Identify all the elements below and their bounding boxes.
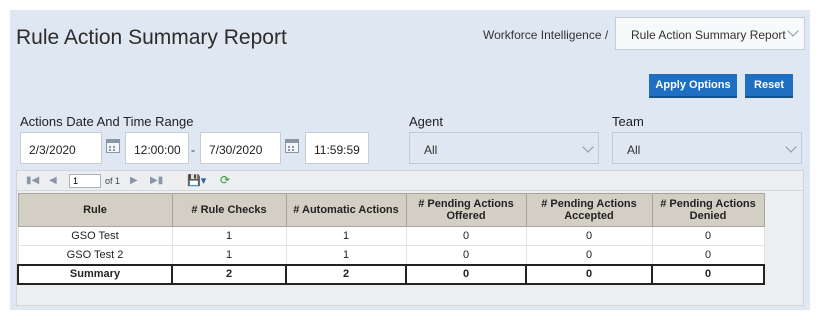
table-cell: 0 bbox=[651, 226, 765, 246]
column-header: # Pending Actions Offered bbox=[405, 193, 527, 227]
team-select[interactable]: All bbox=[612, 132, 802, 164]
summary-cell: Summary bbox=[17, 263, 173, 285]
table-cell: 1 bbox=[171, 226, 287, 246]
summary-cell: 2 bbox=[171, 263, 287, 285]
breadcrumb[interactable]: Workforce Intelligence / bbox=[483, 28, 608, 42]
table-cell: 0 bbox=[525, 245, 653, 265]
summary-cell: 0 bbox=[405, 263, 527, 285]
table-cell: 0 bbox=[405, 245, 527, 265]
chevron-down-icon bbox=[785, 141, 797, 153]
agent-select-value: All bbox=[424, 143, 438, 157]
table-cell: 1 bbox=[285, 226, 407, 246]
agent-label: Agent bbox=[409, 114, 443, 129]
summary-cell: 0 bbox=[525, 263, 653, 285]
table-header-row: Rule # Rule Checks # Automatic Actions #… bbox=[17, 193, 765, 227]
reset-button[interactable]: Reset bbox=[745, 74, 793, 98]
refresh-icon[interactable]: ⟳ bbox=[220, 173, 230, 187]
report-table: Rule # Rule Checks # Automatic Actions #… bbox=[17, 193, 765, 285]
last-page-icon[interactable]: ▶▮ bbox=[150, 175, 163, 186]
start-time-field[interactable]: 12:00:00 bbox=[125, 132, 189, 164]
export-save-icon[interactable]: 💾▾ bbox=[187, 174, 206, 187]
report-select-value: Rule Action Summary Report bbox=[631, 28, 786, 42]
report-select[interactable]: Rule Action Summary Report bbox=[615, 17, 805, 50]
table-cell: GSO Test bbox=[17, 226, 173, 246]
column-header: # Rule Checks bbox=[171, 193, 287, 227]
chevron-down-icon bbox=[787, 25, 799, 37]
table-cell: 0 bbox=[651, 245, 765, 265]
calendar-icon[interactable] bbox=[285, 139, 299, 153]
table-cell: 1 bbox=[285, 245, 407, 265]
agent-select[interactable]: All bbox=[409, 132, 599, 164]
report-toolbar: ▮◀ ◀ of 1 ▶ ▶▮ 💾▾ ⟳ bbox=[17, 171, 803, 191]
summary-row: Summary 2 2 0 0 0 bbox=[17, 263, 765, 285]
previous-page-icon[interactable]: ◀ bbox=[49, 175, 57, 186]
page-number-input[interactable] bbox=[69, 174, 101, 188]
table-cell: 0 bbox=[405, 226, 527, 246]
team-label: Team bbox=[612, 114, 644, 129]
apply-options-button[interactable]: Apply Options bbox=[649, 74, 737, 98]
page-count: of 1 bbox=[105, 176, 121, 186]
range-separator: - bbox=[191, 143, 195, 157]
summary-cell: 0 bbox=[651, 263, 765, 285]
team-select-value: All bbox=[627, 143, 641, 157]
end-date-field[interactable]: 7/30/2020 bbox=[200, 132, 281, 164]
page-title: Rule Action Summary Report bbox=[16, 26, 287, 49]
table-row: GSO Test 1 1 0 0 0 bbox=[17, 226, 765, 246]
column-header: # Pending Actions Denied bbox=[651, 193, 765, 227]
start-date-field[interactable]: 2/3/2020 bbox=[20, 132, 102, 164]
date-range-label: Actions Date And Time Range bbox=[20, 114, 194, 129]
table-cell: GSO Test 2 bbox=[17, 245, 173, 265]
summary-cell: 2 bbox=[285, 263, 407, 285]
table-row: GSO Test 2 1 1 0 0 0 bbox=[17, 245, 765, 265]
calendar-icon[interactable] bbox=[106, 139, 120, 153]
table-cell: 0 bbox=[525, 226, 653, 246]
report-viewer: ▮◀ ◀ of 1 ▶ ▶▮ 💾▾ ⟳ Rule # Rule Checks #… bbox=[16, 170, 804, 306]
column-header: # Automatic Actions bbox=[285, 193, 407, 227]
first-page-icon[interactable]: ▮◀ bbox=[26, 175, 39, 186]
table-cell: 1 bbox=[171, 245, 287, 265]
column-header: # Pending Actions Accepted bbox=[525, 193, 653, 227]
next-page-icon[interactable]: ▶ bbox=[130, 175, 138, 186]
column-header: Rule bbox=[17, 193, 173, 227]
end-time-field[interactable]: 11:59:59 bbox=[305, 132, 369, 164]
chevron-down-icon bbox=[582, 141, 594, 153]
